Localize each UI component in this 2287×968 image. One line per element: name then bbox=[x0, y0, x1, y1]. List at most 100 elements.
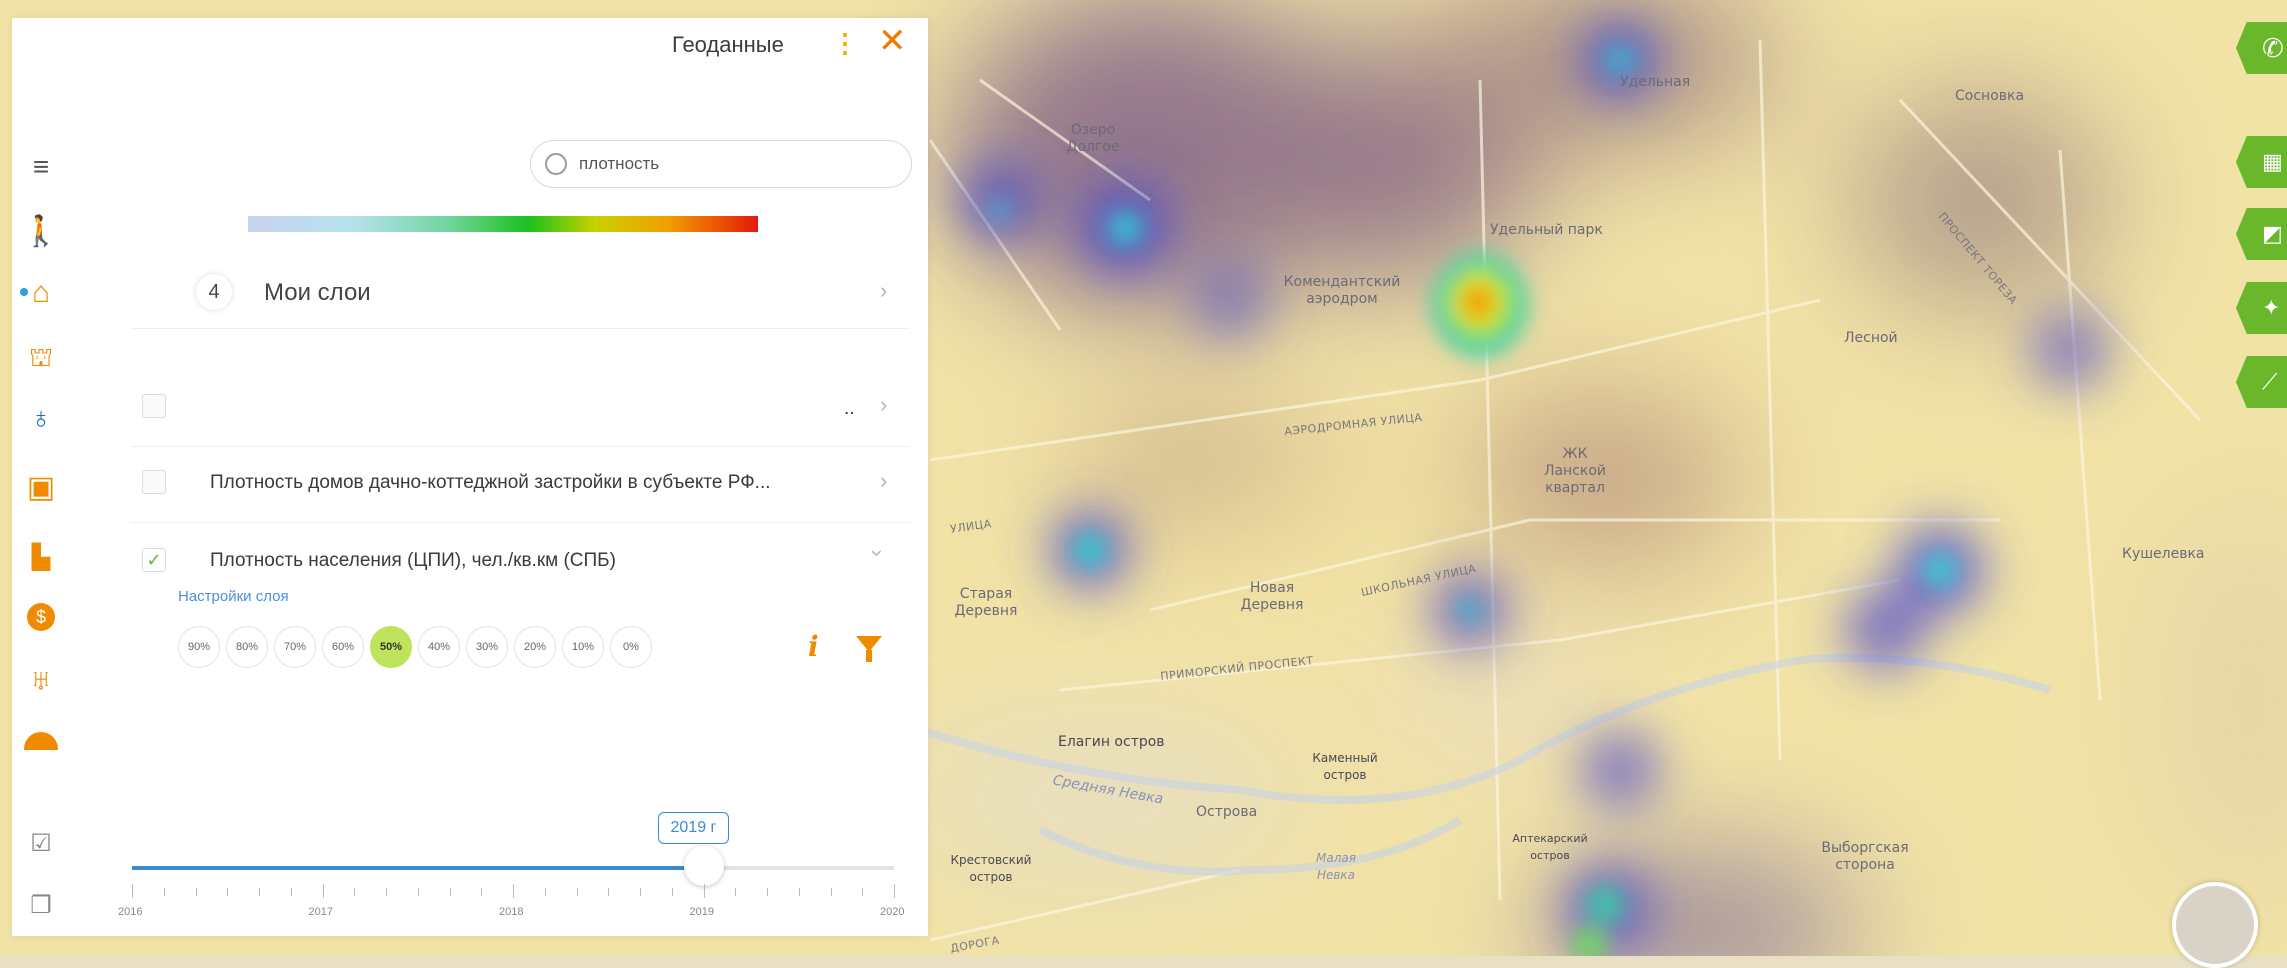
map-label: Выборгская сторона bbox=[1821, 840, 1909, 873]
opacity-option[interactable]: 70% bbox=[274, 626, 316, 668]
timeline-year-label[interactable]: 2016 bbox=[118, 906, 142, 918]
map-label: Елагин остров bbox=[1058, 734, 1165, 750]
traffic-light-icon: ▦ bbox=[2262, 149, 2283, 174]
info-icon[interactable]: i bbox=[808, 630, 819, 663]
search-box[interactable] bbox=[530, 140, 912, 188]
map-label: ЖК Ланской квартал bbox=[1543, 446, 1607, 496]
timeline-tick bbox=[798, 888, 800, 896]
opacity-option[interactable]: 90% bbox=[178, 626, 220, 668]
minimap-button[interactable] bbox=[2172, 882, 2258, 968]
timeline-tick bbox=[386, 888, 387, 896]
city-icon[interactable]: ▙ bbox=[24, 540, 58, 574]
timeline-year-label[interactable]: 2019 bbox=[690, 906, 714, 918]
timeline-tick bbox=[449, 888, 451, 896]
timeline-tick bbox=[576, 888, 578, 896]
timeline-tick bbox=[322, 884, 324, 898]
timeline-tick bbox=[354, 888, 356, 896]
timeline-progress bbox=[132, 866, 704, 870]
timeline-tick bbox=[195, 888, 197, 896]
timeline-tick bbox=[513, 884, 514, 898]
map-label: Удельный парк bbox=[1490, 222, 1603, 238]
eraser-button[interactable]: ◩ bbox=[2236, 208, 2287, 260]
chevron-down-icon[interactable]: › bbox=[865, 549, 891, 556]
timeline-tick bbox=[481, 888, 483, 896]
timeline-tick bbox=[163, 888, 165, 896]
timeline-tick bbox=[894, 884, 895, 898]
layer-checkbox[interactable] bbox=[142, 394, 166, 418]
opacity-option[interactable]: 60% bbox=[322, 626, 364, 668]
heatmap-legend-gradient bbox=[248, 216, 758, 232]
filter-icon[interactable] bbox=[856, 636, 882, 662]
timeline-handle[interactable] bbox=[683, 846, 724, 886]
map-label: Крестовский остров bbox=[950, 853, 1032, 884]
opacity-option[interactable]: 80% bbox=[226, 626, 268, 668]
map-label: Сосновка bbox=[1955, 88, 2025, 104]
layer-label: Плотность домов дачно-коттеджной застрой… bbox=[210, 472, 771, 493]
phone-icon: ✆ bbox=[2262, 32, 2284, 63]
timeline-tick bbox=[259, 888, 260, 896]
opacity-option[interactable]: 30% bbox=[466, 626, 508, 668]
chart-button[interactable]: ⟋ bbox=[2236, 356, 2287, 408]
close-icon[interactable]: ✕ bbox=[878, 24, 907, 58]
layer-checkbox-checked[interactable]: ✓ bbox=[142, 548, 166, 572]
layer-label[interactable]: Плотность населения (ЦПИ), чел./кв.км (С… bbox=[210, 550, 616, 572]
timeline-year-label[interactable]: 2017 bbox=[309, 906, 333, 918]
map-label: Озеро Долгое bbox=[1066, 122, 1120, 155]
timeline-tick bbox=[830, 888, 832, 896]
timeline-tick bbox=[735, 888, 737, 896]
chart-icon: ⟋ bbox=[2262, 369, 2278, 394]
my-layers-count: 4 bbox=[196, 274, 232, 310]
layer-row[interactable] bbox=[130, 370, 910, 447]
phone-button[interactable]: ✆ bbox=[2236, 22, 2287, 74]
timeline-tick bbox=[132, 884, 133, 898]
timeline-year-label[interactable]: 2020 bbox=[880, 906, 904, 918]
timeline-tick bbox=[767, 888, 768, 896]
opacity-option[interactable]: 50% bbox=[370, 626, 412, 668]
map-label: Лесной bbox=[1844, 330, 1898, 346]
person-icon[interactable]: 🚶 bbox=[22, 214, 59, 248]
traffic-button[interactable]: ▦ bbox=[2236, 136, 2287, 188]
eagle-icon[interactable]: ♅ bbox=[24, 664, 58, 698]
flask-icon[interactable]: ♁ bbox=[24, 402, 58, 436]
menu-icon[interactable]: ≡ bbox=[24, 150, 58, 184]
map-label: Удельная bbox=[1620, 74, 1691, 90]
timeline-tick bbox=[671, 888, 673, 896]
layers-check-icon[interactable]: ☑ bbox=[24, 826, 58, 860]
map-label: Комендантский аэродром bbox=[1283, 274, 1401, 307]
partnership-button[interactable]: ✦ bbox=[2236, 282, 2287, 334]
timeline-tick bbox=[640, 888, 641, 896]
opacity-option[interactable]: 10% bbox=[562, 626, 604, 668]
house-icon[interactable]: ⌂ bbox=[24, 276, 58, 310]
kebab-menu-icon[interactable]: ⋮ bbox=[832, 28, 858, 59]
timeline-tick bbox=[862, 888, 864, 896]
ofo-icon[interactable] bbox=[24, 724, 58, 758]
chevron-right-icon: › bbox=[880, 278, 888, 303]
timeline-tick bbox=[703, 884, 705, 898]
chevron-right-icon: › bbox=[880, 392, 888, 417]
layer-label: .. bbox=[844, 398, 855, 419]
opacity-option[interactable]: 0% bbox=[610, 626, 652, 668]
panel-title: Геоданные bbox=[672, 32, 784, 57]
map-label: Новая Деревня bbox=[1240, 580, 1304, 613]
my-layers-row[interactable] bbox=[130, 256, 910, 329]
timeline-tick bbox=[417, 888, 419, 896]
layers-icon[interactable]: ❐ bbox=[24, 888, 58, 922]
coin-icon[interactable]: $ bbox=[24, 600, 58, 634]
map-label: Каменный остров bbox=[1312, 751, 1378, 782]
timeline-tick bbox=[608, 888, 610, 896]
timeline-year-label[interactable]: 2018 bbox=[499, 906, 523, 918]
money-house-icon[interactable]: ⛫ bbox=[24, 342, 58, 376]
timeline-tick bbox=[227, 888, 229, 896]
chevron-right-icon: › bbox=[880, 468, 888, 493]
eraser-icon: ◩ bbox=[2262, 221, 2283, 246]
timeline-track[interactable] bbox=[132, 846, 894, 886]
handshake-icon: ✦ bbox=[2262, 295, 2281, 320]
search-input[interactable] bbox=[577, 149, 881, 179]
timeline-year-bubble: 2019 г bbox=[657, 812, 730, 844]
opacity-option[interactable]: 40% bbox=[418, 626, 460, 668]
layer-checkbox[interactable] bbox=[142, 470, 166, 494]
layer-settings-link[interactable]: Настройки слоя bbox=[178, 588, 289, 605]
opacity-option[interactable]: 20% bbox=[514, 626, 556, 668]
bus-icon[interactable]: ▣ bbox=[24, 470, 58, 504]
my-layers-label: Мои слои bbox=[264, 279, 371, 306]
